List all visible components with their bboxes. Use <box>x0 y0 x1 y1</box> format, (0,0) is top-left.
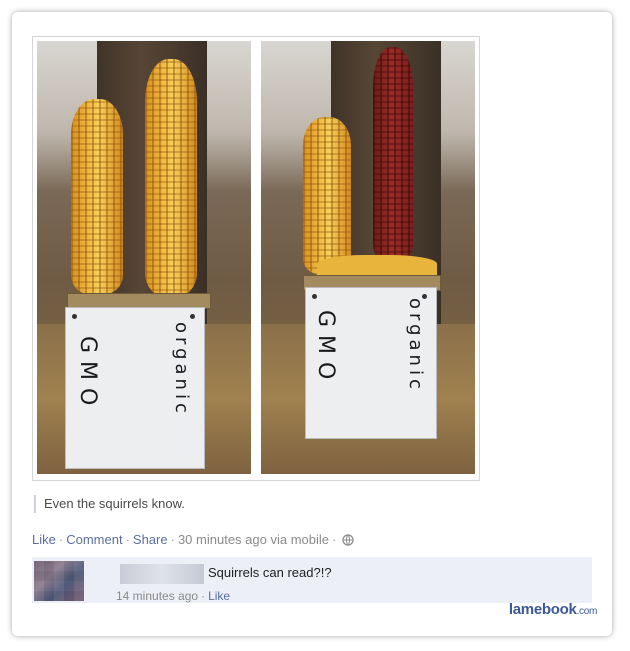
comment-link[interactable]: Comment <box>66 532 122 547</box>
comment-item: Squirrels can read?!? 14 minutes ago · Lik… <box>32 557 592 603</box>
sign-organic-text: organic <box>405 298 426 393</box>
post-caption: Even the squirrels know. <box>34 495 185 513</box>
pin <box>72 314 77 319</box>
sign-label-organic: organic <box>402 298 428 393</box>
globe-icon[interactable] <box>342 533 354 551</box>
lamebook-logo: lamebook.com <box>509 601 597 618</box>
sign-organic-text: organic <box>171 322 192 417</box>
organic-corn-cob-eaten <box>373 47 413 265</box>
separator: · <box>58 532 64 547</box>
watermark-tld: .com <box>576 606 598 617</box>
separator: · <box>331 532 337 547</box>
comment-text: Squirrels can read?!? <box>208 565 332 580</box>
corn-kernels <box>317 255 437 277</box>
gmo-corn-cob <box>71 99 123 295</box>
photo-panel-before: GMO organic <box>37 41 251 474</box>
like-link[interactable]: Like <box>32 532 56 547</box>
separator: · <box>170 532 175 547</box>
separator: · <box>201 589 206 603</box>
comment-like-link[interactable]: Like <box>208 589 230 603</box>
separator: · <box>125 532 130 547</box>
post-photo[interactable]: GMO organic GMO organic <box>32 36 480 481</box>
post-actions: Like · Comment · Share · 30 minutes ago via mo… <box>32 531 354 551</box>
comment-time[interactable]: 14 minutes ago <box>116 589 198 603</box>
gmo-corn-cob <box>303 117 351 275</box>
share-link[interactable]: Share <box>133 532 168 547</box>
timestamp-link[interactable]: 30 minutes ago via mobile <box>178 532 329 547</box>
sign-label-gmo: GMO <box>74 336 100 413</box>
pin <box>312 294 317 299</box>
sign-gmo-text: GMO <box>75 336 100 414</box>
pin <box>190 314 195 319</box>
commenter-name-redacted[interactable] <box>120 564 204 584</box>
comment-meta: 14 minutes ago · Like <box>116 589 230 603</box>
organic-corn-cob <box>145 59 197 297</box>
corn-sign: GMO organic <box>305 287 437 439</box>
avatar[interactable] <box>34 561 84 601</box>
watermark-brand: lamebook <box>508 601 577 618</box>
sign-label-organic: organic <box>168 322 194 417</box>
photo-panel-after: GMO organic <box>261 41 475 474</box>
corn-sign: GMO organic <box>65 307 205 469</box>
post-card: GMO organic GMO organic Even the squirre… <box>12 12 612 636</box>
sign-gmo-text: GMO <box>313 310 338 388</box>
sign-label-gmo: GMO <box>312 310 338 387</box>
